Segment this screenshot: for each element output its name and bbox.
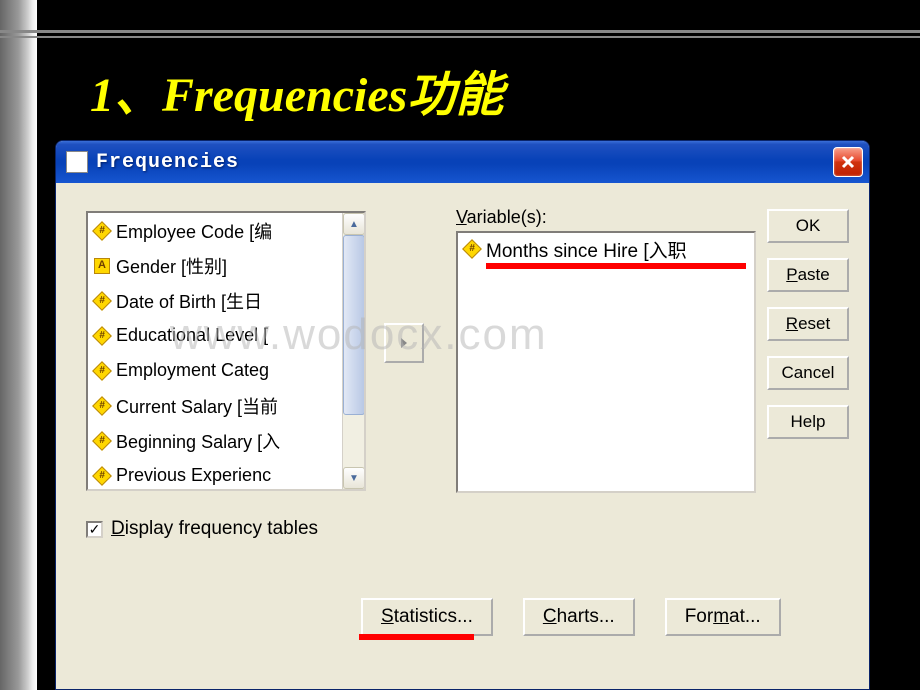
var-label: Previous Experienc bbox=[116, 465, 271, 486]
var-label: Employee Code [编 bbox=[116, 218, 272, 244]
slide-title: 1、Frequencies功能 bbox=[90, 55, 503, 125]
help-button[interactable]: Help bbox=[767, 405, 849, 439]
list-item[interactable]: Educational Level [ bbox=[88, 318, 364, 353]
dialog-titlebar[interactable]: Frequencies bbox=[56, 141, 869, 183]
numeric-var-icon bbox=[92, 291, 112, 311]
close-button[interactable] bbox=[833, 147, 863, 177]
reset-button[interactable]: Reset bbox=[767, 307, 849, 341]
close-icon bbox=[840, 154, 856, 170]
string-var-icon bbox=[94, 258, 110, 274]
numeric-var-icon bbox=[92, 326, 112, 346]
list-item[interactable]: Employment Categ bbox=[88, 353, 364, 388]
dialog-body: Employee Code [编 Gender [性别] Date of Bir… bbox=[56, 183, 869, 689]
paste-button[interactable]: Paste bbox=[767, 258, 849, 292]
list-item[interactable]: Date of Birth [生日 bbox=[88, 283, 364, 318]
numeric-var-icon bbox=[462, 239, 482, 259]
var-label: Date of Birth [生日 bbox=[116, 288, 262, 314]
var-label: Current Salary [当前 bbox=[116, 393, 278, 419]
scroll-thumb[interactable] bbox=[343, 235, 365, 415]
highlight-underline bbox=[359, 634, 474, 640]
numeric-var-icon bbox=[92, 361, 112, 381]
numeric-var-icon bbox=[92, 396, 112, 416]
arrow-right-icon bbox=[397, 336, 411, 350]
var-label: Beginning Salary [入 bbox=[116, 428, 280, 454]
format-button[interactable]: Format... bbox=[665, 598, 781, 636]
numeric-var-icon bbox=[92, 466, 112, 486]
dialog-title: Frequencies bbox=[96, 151, 239, 174]
frequencies-dialog: Frequencies Employee Code [编 Gender [性别]… bbox=[55, 140, 870, 690]
var-label: Employment Categ bbox=[116, 360, 269, 381]
cancel-button[interactable]: Cancel bbox=[767, 356, 849, 390]
move-variable-button[interactable] bbox=[384, 323, 424, 363]
display-tables-checkbox[interactable]: ✓ bbox=[86, 521, 103, 538]
ok-button[interactable]: OK bbox=[767, 209, 849, 243]
var-label: Educational Level [ bbox=[116, 325, 268, 346]
numeric-var-icon bbox=[92, 431, 112, 451]
dialog-icon bbox=[66, 151, 88, 173]
scrollbar[interactable]: ▲ ▼ bbox=[342, 213, 364, 489]
checkbox-label: Display frequency tables bbox=[111, 518, 318, 540]
list-item[interactable]: Employee Code [编 bbox=[88, 213, 364, 248]
scroll-up-button[interactable]: ▲ bbox=[343, 213, 365, 235]
target-variable-list[interactable]: Months since Hire [入职 bbox=[456, 231, 756, 493]
list-item[interactable]: Beginning Salary [入 bbox=[88, 423, 364, 458]
scroll-down-button[interactable]: ▼ bbox=[343, 467, 365, 489]
charts-button[interactable]: Charts... bbox=[523, 598, 635, 636]
highlight-underline bbox=[486, 263, 746, 269]
display-tables-checkbox-row: ✓ Display frequency tables bbox=[86, 518, 318, 540]
list-item[interactable]: Previous Experienc bbox=[88, 458, 364, 491]
statistics-button[interactable]: Statistics... bbox=[361, 598, 493, 636]
dialog-buttons: OK Paste Reset Cancel Help bbox=[767, 209, 849, 439]
variables-label: Variable(s): bbox=[456, 207, 547, 228]
list-item[interactable]: Current Salary [当前 bbox=[88, 388, 364, 423]
list-item[interactable]: Months since Hire [入职 bbox=[458, 233, 754, 265]
source-variable-list[interactable]: Employee Code [编 Gender [性别] Date of Bir… bbox=[86, 211, 366, 491]
var-label: Months since Hire [入职 bbox=[486, 236, 687, 263]
slide-accent bbox=[0, 30, 920, 42]
bottom-buttons: Statistics... Charts... Format... bbox=[361, 598, 781, 636]
numeric-var-icon bbox=[92, 221, 112, 241]
var-label: Gender [性别] bbox=[116, 253, 227, 279]
list-item[interactable]: Gender [性别] bbox=[88, 248, 364, 283]
